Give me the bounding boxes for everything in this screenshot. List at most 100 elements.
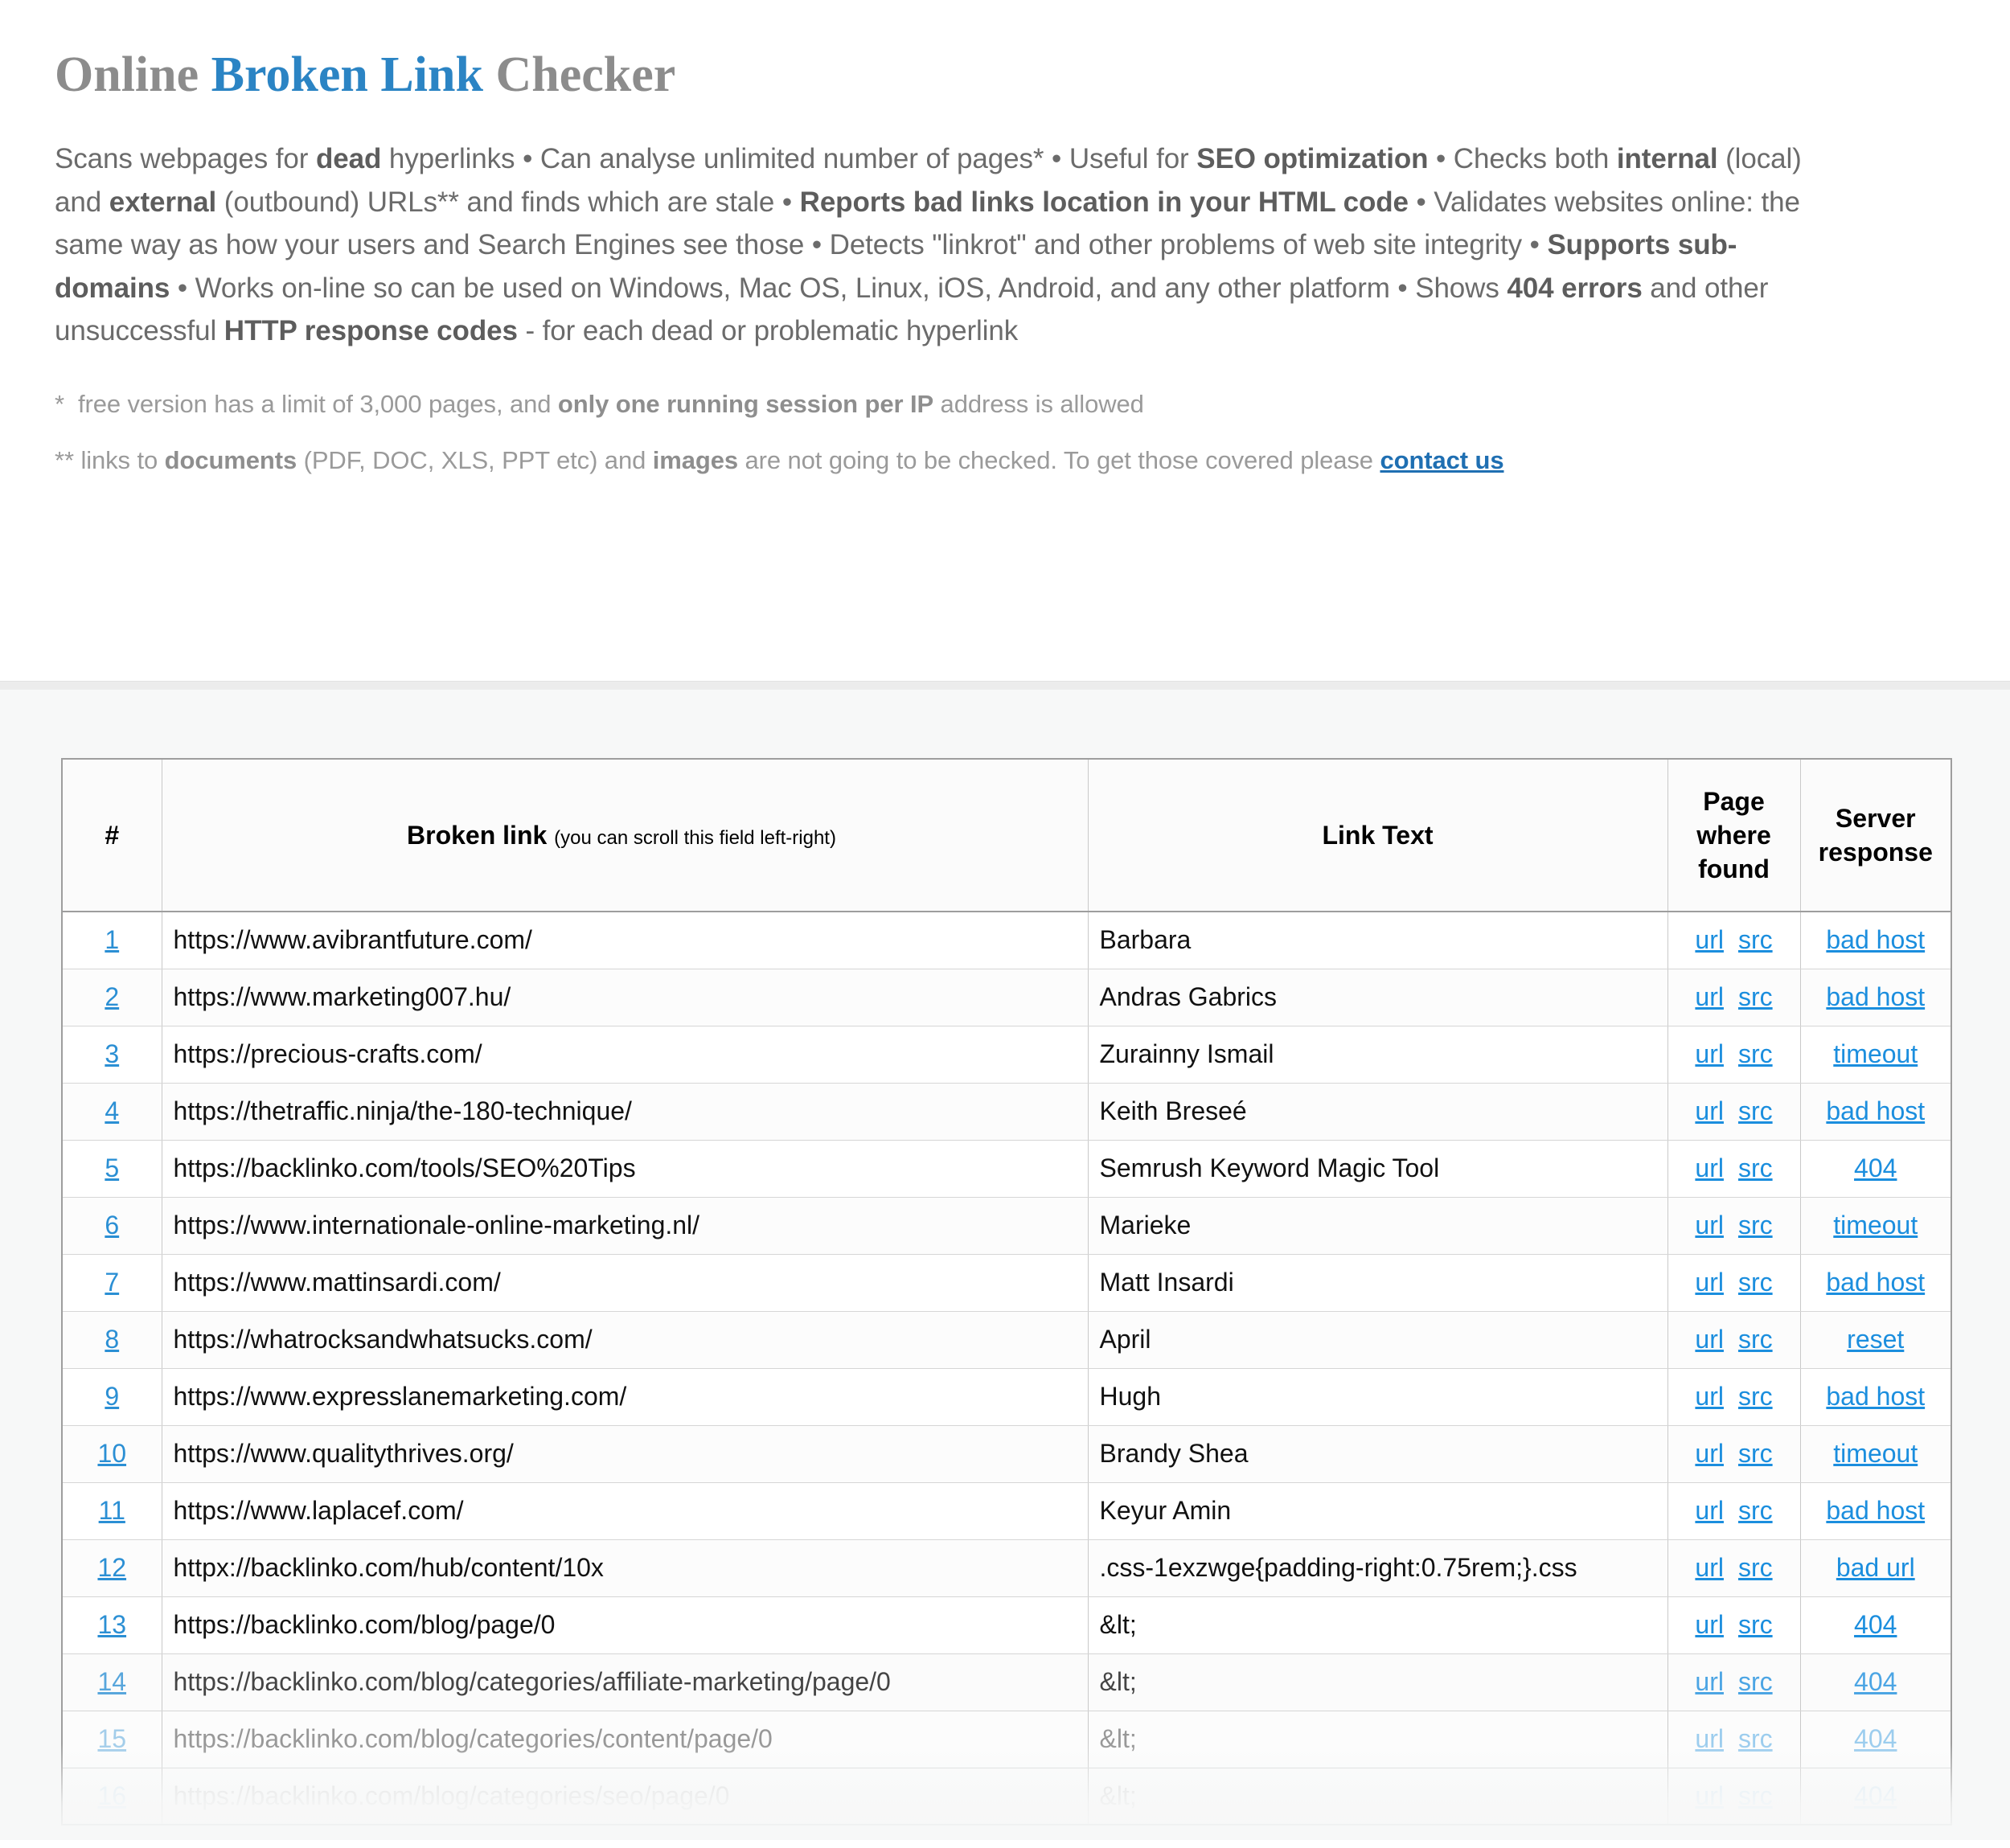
server-response-link[interactable]: timeout	[1833, 1211, 1918, 1240]
page-src-link[interactable]: src	[1738, 1439, 1773, 1468]
footnote-documents: ** links to documents (PDF, DOC, XLS, PP…	[55, 445, 1504, 474]
broken-link-cell[interactable]: https://www.mattinsardi.com/	[162, 1254, 1089, 1312]
server-response-link[interactable]: bad url	[1836, 1553, 1915, 1582]
broken-link-cell[interactable]: https://www.expresslanemarketing.com/	[162, 1368, 1089, 1426]
row-number-link[interactable]: 5	[105, 1153, 119, 1182]
server-response-link[interactable]: bad host	[1826, 1096, 1925, 1125]
page-url-link[interactable]: url	[1695, 1096, 1724, 1125]
server-response-link[interactable]: 404	[1854, 1781, 1897, 1810]
row-number-cell: 13	[62, 1596, 162, 1654]
page-src-link[interactable]: src	[1738, 1781, 1773, 1810]
contact-us-link[interactable]: contact us	[1380, 446, 1503, 474]
page-url-link[interactable]: url	[1695, 925, 1724, 954]
row-number-link[interactable]: 11	[99, 1496, 125, 1525]
server-response-link[interactable]: 404	[1854, 1667, 1897, 1696]
page-src-link[interactable]: src	[1738, 1325, 1773, 1354]
row-number-link[interactable]: 2	[105, 982, 119, 1011]
row-number-link[interactable]: 4	[105, 1096, 119, 1125]
page-src-link[interactable]: src	[1738, 982, 1773, 1011]
row-number-link[interactable]: 1	[105, 925, 119, 954]
broken-link-cell[interactable]: https://www.laplacef.com/	[162, 1482, 1089, 1540]
footnote-free-version: * free version has a limit of 3,000 page…	[55, 390, 1144, 419]
server-response-link[interactable]: bad host	[1826, 1496, 1925, 1525]
page-where-found-cell: url src	[1667, 1311, 1801, 1369]
page-src-link[interactable]: src	[1738, 1724, 1773, 1753]
row-number-link[interactable]: 13	[97, 1610, 126, 1639]
page-where-found-cell: url src	[1667, 1083, 1801, 1141]
row-number-link[interactable]: 9	[105, 1382, 119, 1411]
row-number-link[interactable]: 8	[105, 1325, 119, 1354]
broken-link-cell[interactable]: https://backlinko.com/tools/SEO%20Tips	[162, 1140, 1089, 1198]
row-number-link[interactable]: 7	[105, 1268, 119, 1297]
table-row: 12 httpx://backlinko.com/hub/content/10x.…	[62, 1539, 1951, 1597]
page-url-link[interactable]: url	[1695, 1553, 1724, 1582]
server-response-cell: bad host	[1800, 1482, 1951, 1540]
row-number-link[interactable]: 16	[97, 1781, 126, 1810]
broken-link-cell[interactable]: https://backlinko.com/blog/categories/af…	[162, 1653, 1089, 1711]
table-row: 16 https://backlinko.com/blog/categories/…	[62, 1768, 1951, 1825]
server-response-link[interactable]: 404	[1854, 1610, 1897, 1639]
broken-link-cell[interactable]: https://backlinko.com/blog/page/0	[162, 1596, 1089, 1654]
broken-link-cell[interactable]: https://backlinko.com/blog/categories/co…	[162, 1711, 1089, 1768]
server-response-link[interactable]: timeout	[1833, 1439, 1918, 1468]
row-number-link[interactable]: 10	[97, 1439, 126, 1468]
link-text-cell: Semrush Keyword Magic Tool	[1088, 1140, 1668, 1198]
page-src-link[interactable]: src	[1738, 925, 1773, 954]
broken-link-cell[interactable]: https://precious-crafts.com/	[162, 1026, 1089, 1084]
page-src-link[interactable]: src	[1738, 1153, 1773, 1182]
page-url-link[interactable]: url	[1695, 1211, 1724, 1240]
page-url-link[interactable]: url	[1695, 1268, 1724, 1297]
page-src-link[interactable]: src	[1738, 1039, 1773, 1068]
page-url-link[interactable]: url	[1695, 1325, 1724, 1354]
broken-link-cell[interactable]: https://www.internationale-online-market…	[162, 1197, 1089, 1255]
page-src-link[interactable]: src	[1738, 1211, 1773, 1240]
page-src-link[interactable]: src	[1738, 1496, 1773, 1525]
row-number-cell: 3	[62, 1026, 162, 1084]
server-response-link[interactable]: bad host	[1826, 925, 1925, 954]
page-url-link[interactable]: url	[1695, 1039, 1724, 1068]
page-src-link[interactable]: src	[1738, 1268, 1773, 1297]
page-url-link[interactable]: url	[1695, 1153, 1724, 1182]
page-src-link[interactable]: src	[1738, 1096, 1773, 1125]
row-number-cell: 5	[62, 1140, 162, 1198]
broken-link-cell[interactable]: https://backlinko.com/blog/categories/se…	[162, 1768, 1089, 1825]
page-url-link[interactable]: url	[1695, 1382, 1724, 1411]
page-where-found-cell: url src	[1667, 1711, 1801, 1768]
page-url-link[interactable]: url	[1695, 1496, 1724, 1525]
page-src-link[interactable]: src	[1738, 1382, 1773, 1411]
page-url-link[interactable]: url	[1695, 1439, 1724, 1468]
row-number-cell: 4	[62, 1083, 162, 1141]
row-number-link[interactable]: 3	[105, 1039, 119, 1068]
row-number-link[interactable]: 14	[97, 1667, 126, 1696]
link-text-cell: &lt;	[1088, 1768, 1668, 1825]
page-src-link[interactable]: src	[1738, 1667, 1773, 1696]
server-response-link[interactable]: reset	[1847, 1325, 1904, 1354]
row-number-link[interactable]: 15	[97, 1724, 126, 1753]
page-where-found-cell: url src	[1667, 1539, 1801, 1597]
page-src-link[interactable]: src	[1738, 1610, 1773, 1639]
broken-link-cell[interactable]: https://www.avibrantfuture.com/	[162, 912, 1089, 969]
server-response-link[interactable]: timeout	[1833, 1039, 1918, 1068]
broken-link-cell[interactable]: https://whatrocksandwhatsucks.com/	[162, 1311, 1089, 1369]
broken-link-cell[interactable]: httpx://backlinko.com/hub/content/10x	[162, 1539, 1089, 1597]
table-row: 7 https://www.mattinsardi.com/Matt Insard…	[62, 1254, 1951, 1312]
link-text-cell: &lt;	[1088, 1596, 1668, 1654]
broken-link-cell[interactable]: https://www.qualitythrives.org/	[162, 1425, 1089, 1483]
row-number-link[interactable]: 6	[105, 1211, 119, 1240]
broken-link-cell[interactable]: https://www.marketing007.hu/	[162, 969, 1089, 1026]
page-url-link[interactable]: url	[1695, 1667, 1724, 1696]
server-response-link[interactable]: bad host	[1826, 982, 1925, 1011]
server-response-link[interactable]: 404	[1854, 1153, 1897, 1182]
server-response-link[interactable]: bad host	[1826, 1268, 1925, 1297]
page-url-link[interactable]: url	[1695, 1781, 1724, 1810]
server-response-link[interactable]: bad host	[1826, 1382, 1925, 1411]
row-number-link[interactable]: 12	[97, 1553, 126, 1582]
page-where-found-cell: url src	[1667, 1254, 1801, 1312]
page-url-link[interactable]: url	[1695, 982, 1724, 1011]
server-response-link[interactable]: 404	[1854, 1724, 1897, 1753]
page-url-link[interactable]: url	[1695, 1724, 1724, 1753]
page-url-link[interactable]: url	[1695, 1610, 1724, 1639]
broken-link-cell[interactable]: https://thetraffic.ninja/the-180-techniq…	[162, 1083, 1089, 1141]
page-src-link[interactable]: src	[1738, 1553, 1773, 1582]
server-response-cell: bad host	[1800, 1368, 1951, 1426]
